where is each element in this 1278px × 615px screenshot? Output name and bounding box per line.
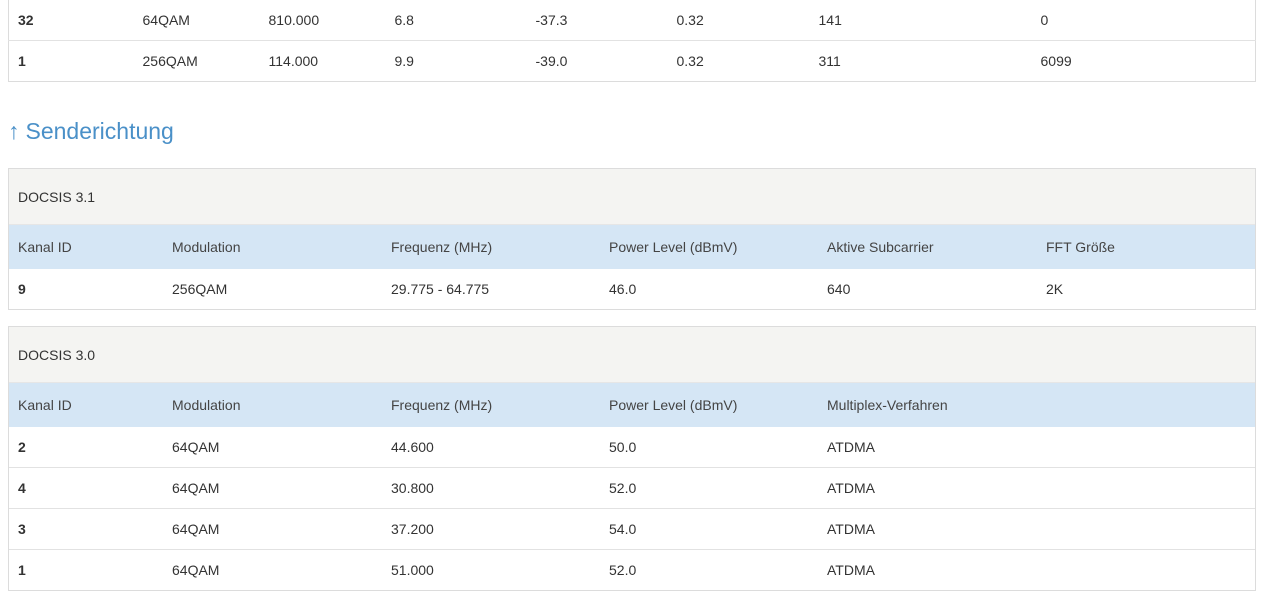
table-row: 32 64QAM 810.000 6.8 -37.3 0.32 141 0 — [9, 0, 1256, 41]
multiplex-cell: ATDMA — [827, 439, 875, 455]
power-level-cell: 9.9 — [385, 40, 527, 82]
frequency-cell: 114.000 — [259, 40, 386, 82]
channel-id-cell: 4 — [9, 467, 163, 509]
multiplex-cell: ATDMA — [818, 549, 1255, 590]
uncorrectable-errors-cell: 6099 — [1031, 40, 1256, 82]
docsis30-table: Kanal ID Modulation Frequenz (MHz) Power… — [9, 383, 1255, 590]
multiplex-cell: ATDMA — [818, 508, 1255, 550]
power-level-cell: 50.0 — [609, 439, 637, 455]
docsis30-panel: DOCSIS 3.0 Kanal ID Modulation Frequenz … — [8, 326, 1256, 591]
column-header: Power Level (dBmV) — [600, 225, 818, 269]
table-row: 2 64QAM 44.600 50.0 ATDMA — [9, 427, 1255, 468]
modulation-cell: 64QAM — [163, 549, 382, 590]
downstream-table: 32 64QAM 810.000 6.8 -37.3 0.32 141 0 1 … — [8, 0, 1256, 82]
channel-id-cell: 32 — [18, 12, 34, 28]
docsis30-title: DOCSIS 3.0 — [9, 327, 1255, 383]
modulation-cell: 64QAM — [163, 508, 382, 550]
power-level-cell: 52.0 — [600, 467, 818, 509]
mse-cell: -39.0 — [526, 40, 668, 82]
table-row: 4 64QAM 30.800 52.0 ATDMA — [9, 467, 1255, 509]
column-header: Power Level (dBmV) — [600, 383, 818, 427]
power-level-cell: 52.0 — [600, 549, 818, 590]
frequency-cell: 30.800 — [382, 467, 600, 509]
channel-id-cell: 1 — [8, 40, 134, 82]
table-row: 1 64QAM 51.000 52.0 ATDMA — [9, 549, 1255, 590]
modulation-cell: 64QAM — [142, 12, 190, 28]
channel-id-cell: 3 — [9, 508, 163, 550]
modulation-cell: 256QAM — [172, 281, 228, 297]
uncorrectable-errors-cell: 0 — [1040, 12, 1049, 28]
power-level-cell: 46.0 — [609, 281, 637, 297]
column-header: Modulation — [163, 225, 382, 269]
frequency-cell: 29.775 - 64.775 — [391, 281, 490, 297]
column-header: Kanal ID — [9, 383, 163, 427]
frequency-cell: 37.200 — [382, 508, 600, 550]
correctable-errors-cell: 141 — [818, 12, 842, 28]
column-header: Kanal ID — [9, 225, 163, 269]
channel-id-cell: 2 — [18, 439, 26, 455]
multiplex-cell: ATDMA — [818, 467, 1255, 509]
docsis31-title: DOCSIS 3.1 — [9, 169, 1255, 225]
frequency-cell: 44.600 — [391, 439, 434, 455]
power-level-cell: 54.0 — [600, 508, 818, 550]
modulation-cell: 256QAM — [133, 40, 260, 82]
section-heading-text: Senderichtung — [25, 118, 174, 144]
upstream-section-heading: ↑ Senderichtung — [8, 116, 174, 146]
docsis31-table: Kanal ID Modulation Frequenz (MHz) Power… — [9, 225, 1255, 309]
modulation-cell: 64QAM — [172, 439, 220, 455]
correctable-errors-cell: 311 — [809, 40, 1032, 82]
channel-id-cell: 1 — [9, 549, 163, 590]
table-header-row: Kanal ID Modulation Frequenz (MHz) Power… — [9, 383, 1255, 427]
column-header: Frequenz (MHz) — [382, 383, 600, 427]
table-row: 3 64QAM 37.200 54.0 ATDMA — [9, 508, 1255, 550]
page: 32 64QAM 810.000 6.8 -37.3 0.32 141 0 1 … — [0, 0, 1278, 615]
table-row: 1 256QAM 114.000 9.9 -39.0 0.32 311 6099 — [8, 40, 1256, 82]
frequency-cell: 51.000 — [382, 549, 600, 590]
fft-size-cell: 2K — [1046, 281, 1064, 297]
column-header: Aktive Subcarrier — [818, 225, 1037, 269]
modulation-cell: 64QAM — [163, 467, 382, 509]
column-header: Multiplex-Verfahren — [818, 383, 1255, 427]
mse-cell: -37.3 — [535, 12, 568, 28]
docsis31-panel: DOCSIS 3.1 Kanal ID Modulation Frequenz … — [8, 168, 1256, 310]
frequency-cell: 810.000 — [268, 12, 320, 28]
latency-cell: 0.32 — [676, 12, 704, 28]
column-header: Modulation — [163, 383, 382, 427]
active-subcarrier-cell: 640 — [827, 281, 851, 297]
table-row: 9 256QAM 29.775 - 64.775 46.0 640 2K — [9, 269, 1255, 309]
latency-cell: 0.32 — [667, 40, 810, 82]
column-header: Frequenz (MHz) — [382, 225, 600, 269]
power-level-cell: 6.8 — [394, 12, 414, 28]
table-header-row: Kanal ID Modulation Frequenz (MHz) Power… — [9, 225, 1255, 269]
column-header: FFT Größe — [1037, 225, 1255, 269]
channel-id-cell: 9 — [18, 281, 26, 297]
arrow-up-icon: ↑ — [8, 118, 20, 144]
